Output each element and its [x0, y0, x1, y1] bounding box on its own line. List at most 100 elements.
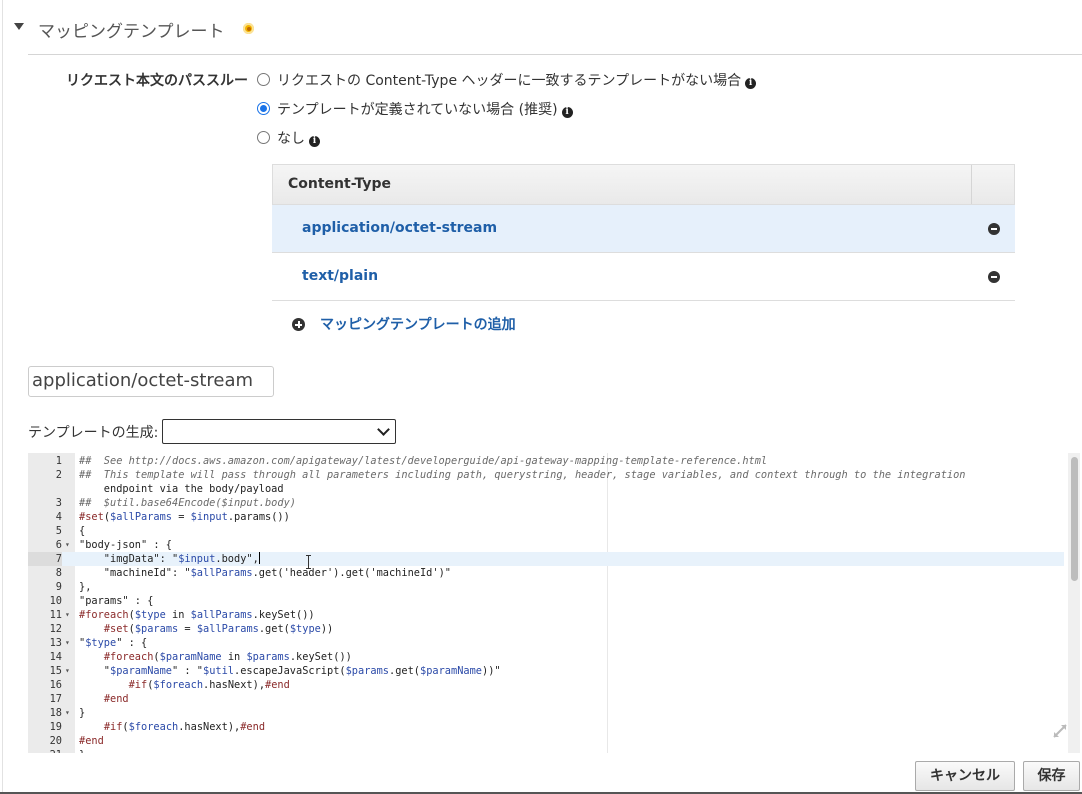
save-button[interactable]: 保存 — [1023, 761, 1080, 791]
code-text: } — [79, 707, 86, 719]
content-type-table: Content-Type application/octet-stream te… — [272, 164, 1015, 301]
code-line[interactable]: 11 ▾ #foreach($type in $allParams.keySet()… — [28, 608, 1064, 622]
cancel-button[interactable]: キャンセル — [915, 761, 1015, 791]
radio-button[interactable] — [257, 131, 270, 144]
code-line[interactable]: 3 ## $util.base64Encode($input.body) — [28, 496, 1064, 510]
code-text: "$paramName" : "$util.escapeJavaScript($… — [79, 665, 501, 677]
scrollbar-thumb[interactable] — [1071, 457, 1078, 581]
editor-scrollbar[interactable] — [1068, 453, 1080, 753]
line-number: 4 — [55, 511, 62, 523]
code-text: }, — [79, 581, 92, 593]
code-line[interactable]: 19 #if($foreach.hasNext),#end — [28, 720, 1064, 734]
line-number: 2 — [55, 469, 62, 481]
code-text: #set($params = $allParams.get($type)) — [103, 623, 334, 635]
passthrough-label: リクエスト本文のパススルー — [66, 73, 248, 89]
info-icon[interactable]: i — [561, 107, 573, 118]
code-text: "machineId": "$allParams.get('header').g… — [79, 567, 451, 579]
code-text: #end — [103, 693, 129, 705]
generate-template-select[interactable] — [162, 419, 396, 444]
code-line[interactable]: 21}, — [28, 748, 1064, 753]
content-type-field[interactable]: application/octet-stream — [28, 366, 274, 397]
line-number: 1 — [55, 455, 62, 467]
line-number: 14 — [49, 651, 62, 663]
line-number: 20 — [49, 735, 62, 747]
add-icon[interactable] — [292, 318, 305, 331]
add-mapping-template-label: マッピングテンプレートの追加 — [320, 317, 516, 333]
code-line[interactable]: 14 #foreach($paramName in $params.keySet… — [28, 650, 1064, 664]
code-line[interactable]: 17 #end — [28, 692, 1064, 706]
line-number: 6 — [55, 539, 62, 551]
code-text: ## $util.base64Encode($input.body) — [79, 497, 296, 509]
column-header-content-type: Content-Type — [288, 176, 391, 192]
remove-icon[interactable] — [988, 223, 1000, 235]
table-row-selected[interactable]: application/octet-stream — [272, 205, 1015, 253]
line-number: 17 — [49, 693, 62, 705]
code-line[interactable]: 4 #set($allParams = $input.params()) — [28, 510, 1064, 524]
code-line[interactable]: 6 ▾ "body-json" : { — [28, 538, 1064, 552]
code-line[interactable]: 2 ## This template will pass through all … — [28, 468, 1064, 482]
option-label: テンプレートが定義されていない場合 (推奨) — [277, 102, 558, 118]
code-text: #end — [79, 735, 104, 747]
line-number: 12 — [49, 623, 62, 635]
expand-icon[interactable] — [1051, 722, 1069, 740]
line-number: 18 — [49, 707, 62, 719]
code-text: "imgData": "$input.body", — [79, 552, 260, 565]
code-line[interactable]: 16 #if($foreach.hasNext),#end — [28, 678, 1064, 692]
passthrough-option-when-no-template[interactable]: テンプレートが定義されていない場合 (推奨) i — [257, 99, 573, 119]
line-number: 13 — [49, 637, 62, 649]
fold-arrow-icon[interactable]: ▾ — [65, 538, 70, 552]
line-number: 5 — [55, 525, 62, 537]
code-line[interactable]: 8 "machineId": "$allParams.get('header')… — [28, 566, 1064, 580]
line-number: 16 — [49, 679, 62, 691]
radio-button-selected[interactable] — [257, 102, 270, 115]
code-text: ## See http://docs.aws.amazon.com/apigat… — [79, 455, 768, 467]
table-row[interactable]: text/plain — [272, 253, 1015, 301]
line-number: 9 — [55, 581, 62, 593]
section-header[interactable]: マッピングテンプレート — [0, 0, 1082, 56]
code-line[interactable]: endpoint via the body/payload — [28, 482, 1064, 496]
code-line[interactable]: 5{ — [28, 524, 1064, 538]
code-line[interactable]: 9}, — [28, 580, 1064, 594]
line-number: 3 — [55, 497, 62, 509]
fold-arrow-icon[interactable]: ▾ — [65, 608, 70, 622]
content-type-link[interactable]: application/octet-stream — [302, 220, 497, 236]
line-number: 7 — [28, 552, 62, 566]
code-line[interactable]: 15 ▾ "$paramName" : "$util.escapeJavaScri… — [28, 664, 1064, 678]
option-label: なし — [277, 131, 305, 147]
fold-arrow-icon[interactable]: ▾ — [65, 636, 70, 650]
radio-button[interactable] — [257, 73, 270, 86]
code-text: #foreach($type in $allParams.keySet()) — [79, 609, 315, 621]
fold-arrow-icon[interactable]: ▾ — [65, 706, 70, 720]
code-text: "$type" : { — [79, 637, 148, 649]
left-border — [2, 0, 3, 794]
info-icon[interactable]: i — [309, 136, 320, 147]
code-text: #if($foreach.hasNext),#end — [103, 721, 266, 733]
code-line[interactable]: 13 ▾ "$type" : { — [28, 636, 1064, 650]
table-header: Content-Type — [272, 164, 1015, 205]
template-code-editor[interactable]: 1 ## See http://docs.aws.amazon.com/apiga… — [28, 453, 1080, 753]
code-line[interactable]: 12 #set($params = $allParams.get($type)) — [28, 622, 1064, 636]
passthrough-option-never[interactable]: なし i — [257, 128, 320, 148]
code-line[interactable]: 1 ## See http://docs.aws.amazon.com/apiga… — [28, 454, 1064, 468]
code-text: "params" : { — [79, 595, 154, 607]
chevron-down-icon — [377, 423, 390, 436]
code-line[interactable]: 7 "imgData": "$input.body", — [28, 552, 1064, 566]
code-line[interactable]: 10 "params" : { — [28, 594, 1064, 608]
column-divider — [971, 165, 972, 204]
code-line[interactable]: 20 #end — [28, 734, 1064, 748]
add-mapping-template-button[interactable]: マッピングテンプレートの追加 — [292, 314, 516, 334]
section-title: マッピングテンプレート — [38, 22, 225, 42]
code-line[interactable]: 18 ▾} — [28, 706, 1064, 720]
code-text: { — [79, 525, 86, 537]
code-text: #foreach($paramName in $params.keySet()) — [103, 651, 352, 663]
remove-icon[interactable] — [988, 271, 1000, 283]
caret-down-icon[interactable] — [14, 23, 24, 30]
content-type-link[interactable]: text/plain — [302, 268, 378, 284]
passthrough-option-no-match[interactable]: リクエストの Content-Type ヘッダーに一致するテンプレートがない場合… — [257, 70, 757, 90]
info-icon[interactable]: i — [745, 78, 757, 89]
code-text: endpoint via the body/payload — [79, 483, 284, 495]
fold-arrow-icon[interactable]: ▾ — [65, 664, 70, 678]
line-number: 8 — [55, 567, 62, 579]
line-number: 19 — [49, 721, 62, 733]
code-text: #set($allParams = $input.params()) — [79, 511, 290, 523]
